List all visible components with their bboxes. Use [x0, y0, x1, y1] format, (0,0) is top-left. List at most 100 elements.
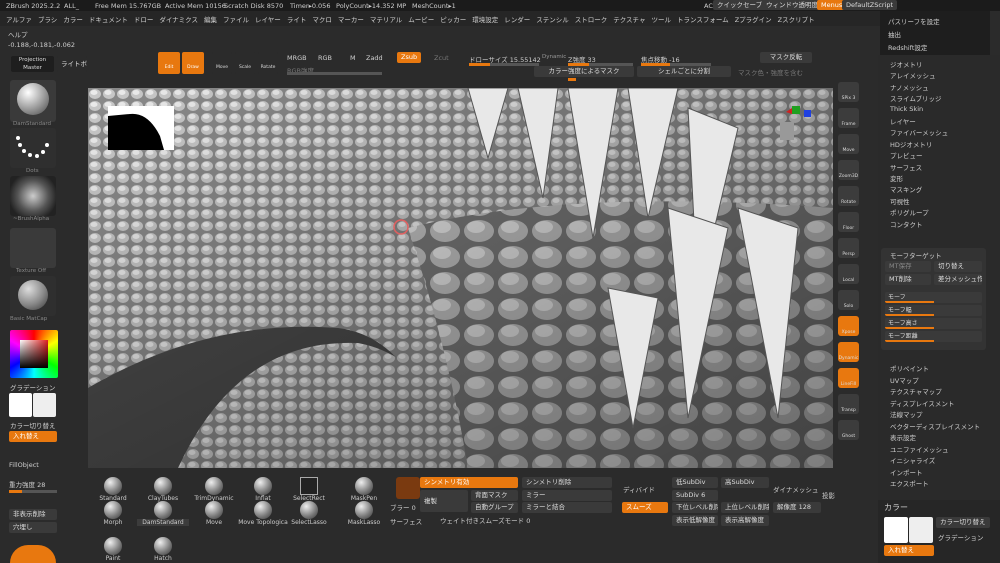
tool-menu2-item-1[interactable]: UVマップ: [890, 375, 919, 385]
tool-menu2-item-6[interactable]: 表示設定: [890, 432, 916, 442]
color-panel-main-swatch[interactable]: [884, 517, 908, 543]
menu-item-8[interactable]: レイヤー: [255, 16, 281, 24]
brush-paint[interactable]: Paint: [87, 537, 139, 562]
view-button-ghost[interactable]: Ghost: [838, 420, 859, 440]
tool-menu2-item-10[interactable]: エクスポート: [890, 478, 929, 488]
scale-button[interactable]: Scale: [235, 52, 255, 74]
mask-by-color-button[interactable]: カラー強度によるマスク: [534, 66, 634, 77]
morph-width-slider[interactable]: モーフ幅: [885, 305, 982, 316]
menu-item-21[interactable]: トランスフォーム: [677, 16, 729, 24]
rotate-button[interactable]: Rotate: [258, 52, 278, 74]
color-panel-gradient[interactable]: グラデーション: [938, 532, 983, 542]
brush-move[interactable]: Move: [188, 501, 240, 526]
brush-hatch[interactable]: Hatch: [137, 537, 189, 562]
mirror-weld-button[interactable]: ミラーと結合: [522, 502, 612, 513]
zcut-toggle[interactable]: Zcut: [434, 54, 449, 62]
color-square[interactable]: [20, 340, 48, 368]
subdiv-level-slider[interactable]: SubDiv 6: [672, 490, 718, 501]
close-holes-button[interactable]: 穴埋し: [9, 522, 57, 533]
menu-item-6[interactable]: 編集: [204, 16, 217, 24]
projection-master-button[interactable]: Projection Master: [11, 56, 54, 72]
tool-menu-item-1[interactable]: アレイメッシュ: [890, 70, 936, 80]
menu-item-passleaf[interactable]: パスリーフを設定: [888, 16, 940, 26]
menu-item-17[interactable]: ステンシル: [536, 16, 569, 24]
view-button-frame[interactable]: Frame: [838, 108, 859, 128]
tool-menu2-item-7[interactable]: ユニファイメッシュ: [890, 444, 949, 454]
surface-button[interactable]: サーフェス: [390, 516, 422, 526]
menu-item-7[interactable]: ファイル: [223, 16, 249, 24]
brush-maskpen[interactable]: MaskPen: [338, 477, 390, 502]
axis-gizmo[interactable]: [778, 102, 814, 142]
tool-menu-item-8[interactable]: プレビュー: [890, 150, 923, 160]
menu-item-16[interactable]: レンダー: [504, 16, 530, 24]
menu-item-10[interactable]: マクロ: [312, 16, 332, 24]
tool-menu2-item-9[interactable]: インポート: [890, 467, 923, 477]
draw-button[interactable]: Draw: [182, 52, 204, 74]
menu-item-redshift[interactable]: Redshift設定: [888, 42, 927, 52]
tool-menu-item-4[interactable]: Thick Skin: [890, 105, 923, 113]
tool-menu-item-13[interactable]: ポリグループ: [890, 207, 929, 217]
menu-item-19[interactable]: テクスチャ: [613, 16, 645, 24]
tool-menu-item-5[interactable]: レイヤー: [890, 116, 916, 126]
tool-menu2-item-0[interactable]: ポリペイント: [890, 363, 929, 373]
brush-thumb[interactable]: [10, 80, 56, 122]
quicksave-button[interactable]: クイックセーブ: [713, 0, 767, 10]
mask-invert-button[interactable]: マスク反転: [760, 52, 812, 63]
m-toggle[interactable]: M: [350, 54, 356, 62]
transparency-button[interactable]: ウィンドウ透明度: [762, 0, 822, 10]
high-subdiv-button[interactable]: 高SubDiv: [721, 477, 769, 488]
divide-button[interactable]: ディバイド: [623, 484, 655, 494]
delete-lower-button[interactable]: 下位レベル削除: [672, 502, 718, 513]
backface-mask-button[interactable]: 背面マスク: [471, 490, 518, 501]
brush-selectrect[interactable]: SelectRect: [283, 477, 335, 502]
mt-store-button[interactable]: MT保存: [885, 261, 931, 272]
menu-item-0[interactable]: アルファ: [6, 16, 32, 24]
menu-item-18[interactable]: ストローク: [575, 16, 608, 24]
main-color-swatch[interactable]: [9, 393, 32, 417]
brush-standard[interactable]: Standard: [87, 477, 139, 502]
brush-claytubes[interactable]: ClayTubes: [137, 477, 189, 502]
delete-higher-button[interactable]: 上位レベル削除: [721, 502, 769, 513]
secondary-color-swatch[interactable]: [33, 393, 56, 417]
menu-item-4[interactable]: ドロー: [134, 16, 154, 24]
tool-menu-item-11[interactable]: マスキング: [890, 184, 922, 194]
tool-menu-item-0[interactable]: ジオメトリ: [890, 59, 923, 69]
morph-distance-slider[interactable]: モーフ距離: [885, 331, 982, 342]
menu-item-2[interactable]: カラー: [63, 16, 83, 24]
brush-trimdynamic[interactable]: TrimDynamic: [188, 477, 240, 502]
orange-brush-button[interactable]: [10, 545, 56, 563]
dynamic-label[interactable]: Dynamic: [542, 54, 566, 60]
help-menu[interactable]: ヘルプ: [8, 29, 28, 39]
texture-thumb[interactable]: [10, 228, 56, 268]
view-button-linefill[interactable]: LineFill: [838, 368, 859, 388]
view-button-zoom3d[interactable]: Zoom3D: [838, 160, 859, 180]
menu-item-5[interactable]: ダイナミクス: [159, 16, 198, 24]
tool-menu-item-12[interactable]: 可視性: [890, 196, 910, 206]
menu-item-9[interactable]: ライト: [287, 16, 307, 24]
alpha-thumb[interactable]: [10, 176, 56, 216]
symmetry-enable-button[interactable]: シンメトリ有効: [420, 477, 518, 488]
tool-menu2-item-4[interactable]: 法線マップ: [890, 409, 923, 419]
view-button-rotate[interactable]: Rotate: [838, 186, 859, 206]
menu-item-12[interactable]: マテリアル: [370, 16, 402, 24]
menu-item-15[interactable]: 環境設定: [472, 16, 498, 24]
view-button-xpose[interactable]: Xpose: [838, 316, 859, 336]
view-button-local[interactable]: Local: [838, 264, 859, 284]
view-button-spix-3[interactable]: SPix 3: [838, 82, 859, 102]
zadd-toggle[interactable]: Zadd: [366, 54, 383, 62]
tool-menu-item-14[interactable]: コンタクト: [890, 219, 923, 229]
color-panel-exchange-button[interactable]: 入れ替え: [884, 545, 934, 556]
tool-menu-item-9[interactable]: サーフェス: [890, 162, 922, 172]
brush-inflat[interactable]: Inflat: [237, 477, 289, 502]
lightbox-button[interactable]: ライトボックス: [57, 56, 87, 72]
menu-item-11[interactable]: マーカー: [338, 16, 364, 24]
tool-menu-item-3[interactable]: スライムブリッジ: [890, 93, 941, 103]
project-button[interactable]: 投影: [822, 490, 835, 500]
tool-menu-item-7[interactable]: HDジオメトリ: [890, 139, 932, 149]
tool-menu-item-6[interactable]: ファイバーメッシュ: [890, 127, 948, 137]
gravity-slider[interactable]: 重力強度 28: [9, 479, 45, 489]
navigation-thumbnail[interactable]: [108, 106, 174, 150]
low-subdiv-button[interactable]: 低SubDiv: [672, 477, 718, 488]
mirror-button[interactable]: ミラー: [522, 490, 612, 501]
symmetry-delete-button[interactable]: シンメトリ削除: [522, 477, 612, 488]
